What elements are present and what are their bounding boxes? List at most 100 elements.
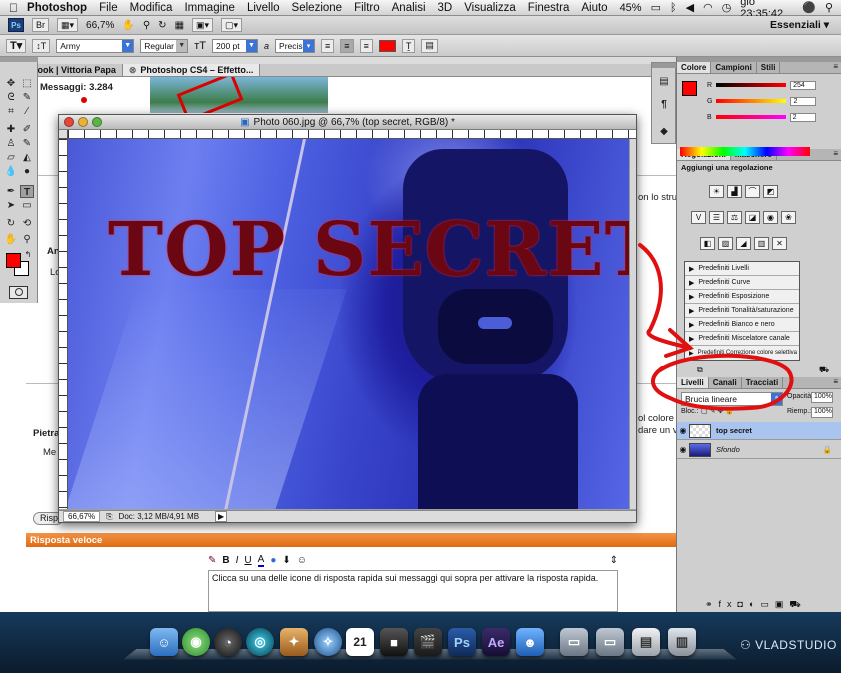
panel-grip[interactable] [652,63,677,68]
font-family-select[interactable]: Army ▼ [56,38,135,53]
document-title-bar[interactable]: ▣ Photo 060.jpg @ 66,7% (top secret, RGB/… [59,115,636,130]
view-extras-button[interactable]: ▦▾ [57,18,79,32]
eye-icon[interactable]: ◉ [677,426,689,435]
lock-icons[interactable]: ▢✎✥🔒 [701,407,736,415]
menu-3d[interactable]: 3D [438,2,453,14]
text-color-swatch[interactable] [378,39,396,52]
menu-file[interactable]: File [99,2,118,14]
photo-app-icon[interactable]: ✦ [280,628,308,656]
channel-mixer-icon[interactable]: ❀ [781,211,796,224]
dashboard-icon[interactable]: ◉ [182,628,210,656]
status-zoom[interactable]: 66,67% [63,511,101,522]
align-center-button[interactable]: ≡ [340,38,354,53]
screen-mode-button[interactable]: ▢▾ [221,18,243,32]
eraser-tool-icon[interactable]: ▱ [4,151,18,164]
3d-rotate-tool-icon[interactable]: ↻ [4,217,18,230]
bold-button[interactable]: B [222,555,229,566]
imovie-icon[interactable]: 🎬 [414,628,442,656]
vibrance-icon[interactable]: V [691,211,706,224]
eye-icon[interactable]: ◉ [677,445,689,454]
smiley-icon[interactable]: ☺ [297,555,307,566]
panel-menu-icon[interactable]: ≡ [833,377,841,388]
type-tool-icon[interactable]: T [20,185,34,198]
menu-finestra[interactable]: Finestra [528,2,570,14]
browser-tab-vittoria-papa[interactable]: book | Vittoria Papa [26,64,123,76]
align-left-button[interactable]: ≡ [321,38,335,53]
zoom-tool-icon[interactable]: ⚲ [20,233,34,246]
globe-icon[interactable]: ● [270,555,276,566]
menu-aiuto[interactable]: Aiuto [581,2,607,14]
opacity-field[interactable]: 100% [811,392,833,403]
wifi-icon[interactable]: ◠ [703,1,713,14]
apple-icon[interactable]:  [0,1,27,15]
menu-selezione[interactable]: Selezione [292,2,343,14]
font-style-select[interactable]: Regular ▼ [140,38,189,53]
color-balance-icon[interactable]: ⚖ [727,211,742,224]
type-tool-preset-icon[interactable]: T▾ [6,38,27,53]
documents-folder-icon[interactable]: ▭ [596,628,624,656]
color-slider-g[interactable]: G2 [707,96,837,106]
cube-app-icon[interactable]: ■ [380,628,408,656]
photoshop-dock-icon[interactable]: Ps [448,628,476,656]
insert-image-icon[interactable]: ⬇ [282,555,290,566]
character-panel-button[interactable]: ▤ [421,38,438,53]
gradient-map-icon[interactable]: ▥ [754,237,769,250]
path-selection-tool-icon[interactable]: ➤ [4,199,18,212]
zoom-tool-icon[interactable]: ⚲ [143,20,150,31]
speedometer-icon[interactable]: ◔ [214,628,242,656]
menu-filtro[interactable]: Filtro [354,2,380,14]
status-menu-arrow-icon[interactable]: ▶ [215,511,228,522]
lasso-tool-icon[interactable]: ᘓ [4,91,18,104]
color-slider-r[interactable]: R 254 [707,80,837,90]
menu-visualizza[interactable]: Visualizza [464,2,516,14]
battery-percent[interactable]: 45% [620,2,642,14]
font-color-icon[interactable]: ✎ [208,555,216,566]
workspace-switcher[interactable]: Essenziali ▾ [770,19,829,31]
preset-tonalita-saturazione[interactable]: ▶ Predefiniti Tonalità/saturazione [685,304,799,318]
preset-correzione-colore[interactable]: ▶ Predefiniti Correzione colore selettiva [685,346,799,360]
red-value-field[interactable]: 254 [790,80,817,90]
posterize-icon[interactable]: ▨ [718,237,733,250]
layer-name[interactable]: top secret [716,426,752,435]
hue-saturation-icon[interactable]: ☰ [709,211,724,224]
tab-colore[interactable]: Colore [677,62,712,73]
clone-stamp-tool-icon[interactable]: ♙ [4,137,18,150]
tab-tracciati[interactable]: Tracciati [742,377,784,388]
text-color-button[interactable]: A [257,554,265,567]
align-right-button[interactable]: ≡ [359,38,373,53]
applications-folder-icon[interactable]: ▭ [560,628,588,656]
blue-value-field[interactable]: 2 [789,112,816,122]
arrange-documents-button[interactable]: ▣▾ [192,18,214,32]
selective-color-icon[interactable]: ✕ [772,237,787,250]
shape-tool-icon[interactable]: ▭ [20,199,34,212]
tab-livelli[interactable]: Livelli [677,377,709,388]
forum-thumbnail-image[interactable] [150,77,328,113]
history-brush-tool-icon[interactable]: ✎ [20,137,34,150]
history-panel-icon[interactable]: ▤ [657,75,671,88]
quick-selection-tool-icon[interactable]: ✎ [20,91,34,104]
messenger-icon[interactable]: ☻ [516,628,544,656]
toggle-text-orientation-icon[interactable]: ↕T [32,38,51,53]
zoom-window-button[interactable] [92,117,102,127]
marquee-tool-icon[interactable]: ⬚ [20,77,34,90]
spaces-icon[interactable]: ◎ [246,628,274,656]
preset-livelli[interactable]: ▶ Predefiniti Livelli [685,262,799,276]
after-effects-dock-icon[interactable]: Ae [482,628,510,656]
vertical-scrollbar[interactable] [629,139,636,509]
close-window-button[interactable] [64,117,74,127]
browser-tab-photoshop-cs4[interactable]: ⊗ Photoshop CS4 – Effetto... [122,64,261,76]
ps-logo-icon[interactable]: Ps [8,18,24,32]
eyedropper-tool-icon[interactable]: ⁄ [20,105,34,118]
spotlight-icon[interactable]: ⚲ [825,1,833,14]
invert-icon[interactable]: ◧ [700,237,715,250]
trash-icon[interactable]: ▥ [668,628,696,656]
ical-icon[interactable]: 21 [346,628,374,656]
green-value-field[interactable]: 2 [790,96,817,106]
hand-tool-icon[interactable]: ✋ [4,233,18,246]
horizontal-ruler[interactable] [68,130,636,139]
quick-reply-textarea[interactable]: Clicca su una delle icone di risposta ra… [208,570,618,612]
menu-modifica[interactable]: Modifica [130,2,173,14]
warp-text-button[interactable]: Ṯ [401,38,416,53]
volume-icon[interactable]: ◀ [686,1,694,14]
black-white-icon[interactable]: ◪ [745,211,760,224]
